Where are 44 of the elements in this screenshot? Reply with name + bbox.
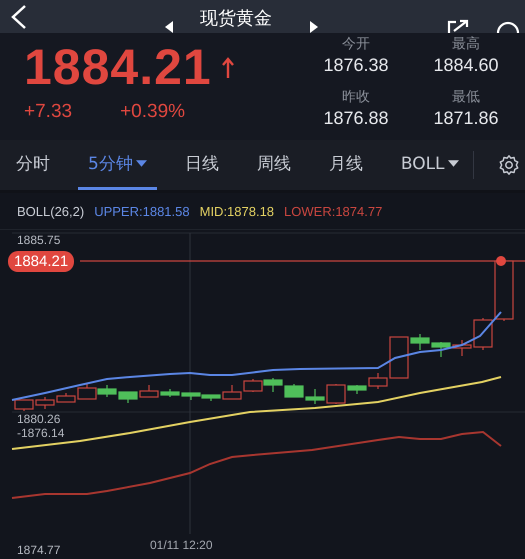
- period-tab[interactable]: 分时: [6, 140, 60, 190]
- period-tab[interactable]: 月线: [318, 140, 373, 190]
- percent-change: +0.39%: [120, 101, 186, 123]
- last-price-badge: 1884.21: [8, 251, 74, 272]
- period-tab[interactable]: 日线: [174, 140, 229, 190]
- stat-label: 昨收: [342, 88, 370, 106]
- axis-label: -1876.14: [17, 426, 64, 440]
- candle: [118, 391, 138, 403]
- stat-value: 1876.88: [323, 108, 389, 128]
- candle: [97, 385, 117, 397]
- stat-label: 最低: [452, 88, 480, 106]
- indicator-value: LOWER:1874.77: [284, 204, 382, 218]
- time-label: 01/11 12:20: [150, 538, 213, 552]
- stat-value: 1876.38: [323, 55, 389, 76]
- next-icon[interactable]: [310, 21, 318, 33]
- window-title: 现货黄金: [200, 7, 272, 30]
- indicator-value: MID:1878.18: [200, 204, 274, 218]
- back-icon[interactable]: [10, 4, 28, 30]
- candle: [14, 399, 34, 411]
- share-icon[interactable]: [447, 19, 471, 33]
- stat-label: 今开: [342, 35, 370, 53]
- stat-value: 1884.60: [433, 55, 499, 76]
- price-change: +7.33: [24, 101, 72, 123]
- stat-label: 最高: [452, 35, 480, 53]
- previous-icon[interactable]: [165, 21, 173, 33]
- candle: [284, 384, 304, 398]
- candle: [305, 389, 325, 404]
- last-price-dot: [496, 256, 506, 266]
- settings-icon[interactable]: [498, 154, 520, 176]
- up-arrow-icon: [222, 57, 234, 79]
- candle: [243, 379, 263, 392]
- candle: [35, 397, 55, 409]
- candle: [431, 342, 451, 357]
- period-tab[interactable]: 5分钟: [78, 140, 157, 190]
- indicator-value: UPPER:1881.58: [94, 204, 190, 218]
- stat-value: 1871.86: [433, 108, 499, 128]
- axis-label: 1885.75: [17, 233, 60, 247]
- axis-label: 1880.26: [17, 412, 60, 426]
- candle: [263, 378, 283, 392]
- axis-label: 1874.77: [17, 543, 60, 557]
- period-tab[interactable]: 周线: [246, 140, 301, 190]
- price: 1884.21: [24, 41, 212, 93]
- indicator-name: BOLL(26,2): [17, 204, 84, 218]
- period-tab[interactable]: BOLL: [390, 140, 469, 190]
